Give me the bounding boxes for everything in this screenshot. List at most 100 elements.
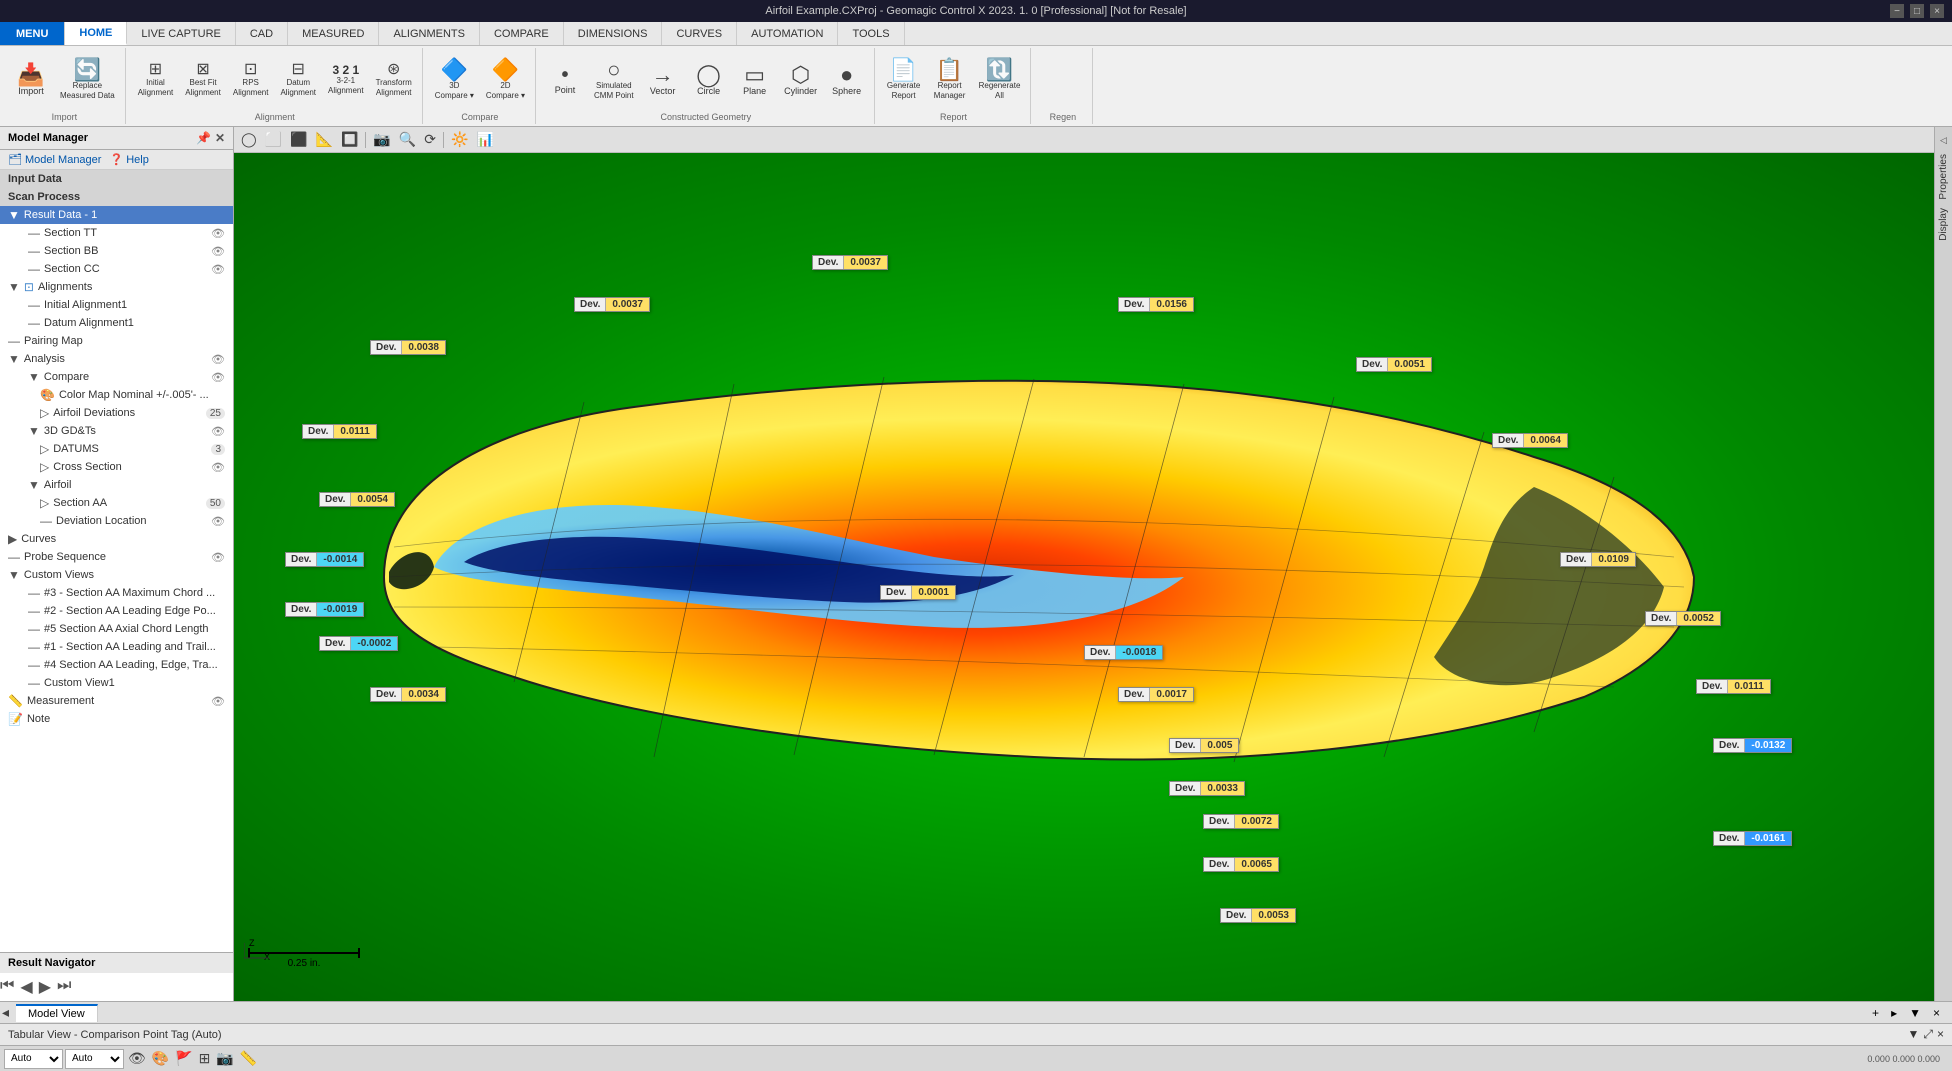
sphere-button[interactable]: ● Sphere bbox=[826, 62, 868, 99]
regenerate-all-button[interactable]: 🔃 RegenerateAll bbox=[975, 57, 1025, 102]
tree-item-3d-gdts[interactable]: ▼ 3D GD&Ts 👁 bbox=[0, 422, 233, 440]
tree-item-custom-views[interactable]: ▼ Custom Views bbox=[0, 566, 233, 584]
tab-compare[interactable]: COMPARE bbox=[480, 22, 564, 45]
tab-dimensions[interactable]: DIMENSIONS bbox=[564, 22, 663, 45]
tab-menu[interactable]: MENU bbox=[0, 22, 65, 45]
vt-btn-3[interactable]: ⬛ bbox=[287, 129, 310, 150]
tab-curves[interactable]: CURVES bbox=[662, 22, 737, 45]
nav-first-icon[interactable]: ⏮ bbox=[0, 977, 14, 997]
tree-item-section-bb[interactable]: — Section BB 👁 bbox=[0, 242, 233, 260]
initial-alignment-button[interactable]: ⊞ InitialAlignment bbox=[134, 60, 178, 99]
tab-automation[interactable]: AUTOMATION bbox=[737, 22, 838, 45]
nav-prev-icon[interactable]: ◀ bbox=[20, 977, 32, 997]
tab-cad[interactable]: CAD bbox=[236, 22, 288, 45]
tab-add-btn[interactable]: + bbox=[1868, 1006, 1883, 1020]
tree-item-cv3[interactable]: — #3 - Section AA Maximum Chord ... bbox=[0, 584, 233, 602]
tree-item-deviation-location[interactable]: — Deviation Location 👁 bbox=[0, 512, 233, 530]
point-button[interactable]: • Point bbox=[544, 63, 586, 98]
tab-nav-right[interactable]: ▸ bbox=[1887, 1006, 1901, 1020]
circle-button[interactable]: ◯ Circle bbox=[688, 62, 730, 99]
bt-measure-btn[interactable]: 📏 bbox=[238, 1049, 259, 1068]
vt-btn-6[interactable]: 📷 bbox=[370, 129, 393, 150]
tree-item-datum-align1[interactable]: — Datum Alignment1 bbox=[0, 314, 233, 332]
transform-alignment-button[interactable]: ⊛ TransformAlignment bbox=[372, 60, 416, 99]
bt-camera-btn[interactable]: 📷 bbox=[214, 1049, 235, 1068]
tree-item-section-tt[interactable]: — Section TT 👁 bbox=[0, 224, 233, 242]
vt-btn-5[interactable]: 🔲 bbox=[338, 129, 361, 150]
tree-item-initial-align1[interactable]: — Initial Alignment1 bbox=[0, 296, 233, 314]
nav-last-icon[interactable]: ⏭ bbox=[57, 977, 71, 997]
tree-item-note[interactable]: 📝 Note bbox=[0, 710, 233, 728]
report-manager-button[interactable]: 📋 ReportManager bbox=[929, 57, 971, 102]
bt-grid-btn[interactable]: ⊞ bbox=[197, 1049, 213, 1068]
tree-scroll-area[interactable]: Input Data Scan Process ▼ Result Data - … bbox=[0, 170, 233, 952]
simulated-cmm-button[interactable]: ○ SimulatedCMM Point bbox=[590, 57, 638, 102]
tab-measured[interactable]: MEASURED bbox=[288, 22, 379, 45]
tree-item-analysis[interactable]: ▼ Analysis 👁 bbox=[0, 350, 233, 368]
bestfit-alignment-button[interactable]: ⊠ Best FitAlignment bbox=[181, 60, 225, 99]
window-controls[interactable]: − □ × bbox=[1890, 4, 1944, 18]
tab-nav-left[interactable]: ◂ bbox=[0, 1004, 16, 1021]
vector-button[interactable]: → Vector bbox=[642, 62, 684, 99]
generate-report-button[interactable]: 📄 GenerateReport bbox=[883, 57, 925, 102]
tree-item-airfoil[interactable]: ▼ Airfoil bbox=[0, 476, 233, 494]
model-view-tab[interactable]: Model View bbox=[16, 1004, 98, 1022]
vt-btn-9[interactable]: 🔆 bbox=[448, 129, 471, 150]
tree-item-result-data[interactable]: ▼ Result Data - 1 bbox=[0, 206, 233, 224]
tabular-close[interactable]: × bbox=[1937, 1027, 1944, 1042]
tab-expand-btn[interactable]: × bbox=[1929, 1006, 1944, 1020]
datum-alignment-button[interactable]: ⊟ DatumAlignment bbox=[276, 60, 320, 99]
tree-item-alignments[interactable]: ▼ ⊡ Alignments bbox=[0, 278, 233, 296]
tab-live-capture[interactable]: LIVE CAPTURE bbox=[127, 22, 235, 45]
bt-color-btn[interactable]: 🎨 bbox=[150, 1049, 171, 1068]
tab-home[interactable]: HOME bbox=[65, 22, 127, 45]
321-alignment-button[interactable]: 3 2 1 3-2-1Alignment bbox=[324, 62, 368, 97]
tree-item-probe-sequence[interactable]: — Probe Sequence 👁 bbox=[0, 548, 233, 566]
rps-alignment-button[interactable]: ⊡ RPSAlignment bbox=[229, 60, 273, 99]
tree-item-custom-view1[interactable]: — Custom View1 bbox=[0, 674, 233, 692]
cylinder-button[interactable]: ⬡ Cylinder bbox=[780, 62, 822, 99]
help-link[interactable]: ❓ Help bbox=[109, 153, 148, 166]
tree-item-section-cc[interactable]: — Section CC 👁 bbox=[0, 260, 233, 278]
tab-tools[interactable]: TOOLS bbox=[838, 22, 904, 45]
import-button[interactable]: 📥 Import bbox=[10, 62, 52, 99]
bt-eye-btn[interactable]: 👁 bbox=[126, 1049, 148, 1068]
bt-flag-btn[interactable]: 🚩 bbox=[173, 1049, 194, 1068]
3d-compare-button[interactable]: 🔷 3DCompare ▾ bbox=[431, 57, 478, 102]
tree-item-cross-section[interactable]: ▷ Cross Section 👁 bbox=[0, 458, 233, 476]
vt-btn-1[interactable]: ◯ bbox=[238, 129, 260, 150]
panel-header-actions[interactable]: 📌 ✕ bbox=[196, 131, 225, 145]
vt-btn-8[interactable]: ⟳ bbox=[421, 129, 439, 150]
close-button[interactable]: × bbox=[1930, 4, 1944, 18]
tab-alignments[interactable]: ALIGNMENTS bbox=[379, 22, 480, 45]
vt-btn-2[interactable]: ⬜ bbox=[262, 129, 285, 150]
nav-next-icon[interactable]: ▶ bbox=[39, 977, 51, 997]
2d-compare-button[interactable]: 🔶 2DCompare ▾ bbox=[482, 57, 529, 102]
vt-btn-4[interactable]: 📐 bbox=[313, 129, 336, 150]
tree-item-airfoil-dev[interactable]: ▷ Airfoil Deviations 25 bbox=[0, 404, 233, 422]
tree-item-datums[interactable]: ▷ DATUMS 3 bbox=[0, 440, 233, 458]
mode-select-1[interactable]: Auto Manual bbox=[4, 1049, 63, 1069]
tree-item-cv4[interactable]: — #4 Section AA Leading, Edge, Tra... bbox=[0, 656, 233, 674]
tree-item-cv5[interactable]: — #5 Section AA Axial Chord Length bbox=[0, 620, 233, 638]
mode-select-2[interactable]: Auto Manual bbox=[65, 1049, 124, 1069]
tree-item-cv1[interactable]: — #1 - Section AA Leading and Trail... bbox=[0, 638, 233, 656]
tree-item-section-aa[interactable]: ▷ Section AA 50 bbox=[0, 494, 233, 512]
vt-btn-7[interactable]: 🔍 bbox=[396, 129, 419, 150]
model-manager-link[interactable]: 🗂 Model Manager bbox=[8, 153, 101, 166]
tab-collapse-btn[interactable]: ▼ bbox=[1905, 1006, 1925, 1020]
tabular-expand[interactable]: ⤢ bbox=[1923, 1027, 1933, 1042]
panel-pin-button[interactable]: 📌 bbox=[196, 131, 211, 145]
tree-item-measurement[interactable]: 📏 Measurement 👁 bbox=[0, 692, 233, 710]
vt-btn-10[interactable]: 📊 bbox=[473, 129, 496, 150]
tree-item-compare[interactable]: ▼ Compare 👁 bbox=[0, 368, 233, 386]
right-panel-toggle[interactable]: ◁ Properties Display bbox=[1934, 127, 1952, 1001]
panel-close-button[interactable]: ✕ bbox=[215, 131, 225, 145]
replace-measured-button[interactable]: 🔄 ReplaceMeasured Data bbox=[56, 57, 119, 102]
tree-item-curves[interactable]: ▶ Curves bbox=[0, 530, 233, 548]
maximize-button[interactable]: □ bbox=[1910, 4, 1924, 18]
minimize-button[interactable]: − bbox=[1890, 4, 1904, 18]
tree-item-color-map[interactable]: 🎨 Color Map Nominal +/-.005'- ... bbox=[0, 386, 233, 404]
tree-item-cv2[interactable]: — #2 - Section AA Leading Edge Po... bbox=[0, 602, 233, 620]
tabular-arrow-down[interactable]: ▼ bbox=[1907, 1027, 1919, 1042]
